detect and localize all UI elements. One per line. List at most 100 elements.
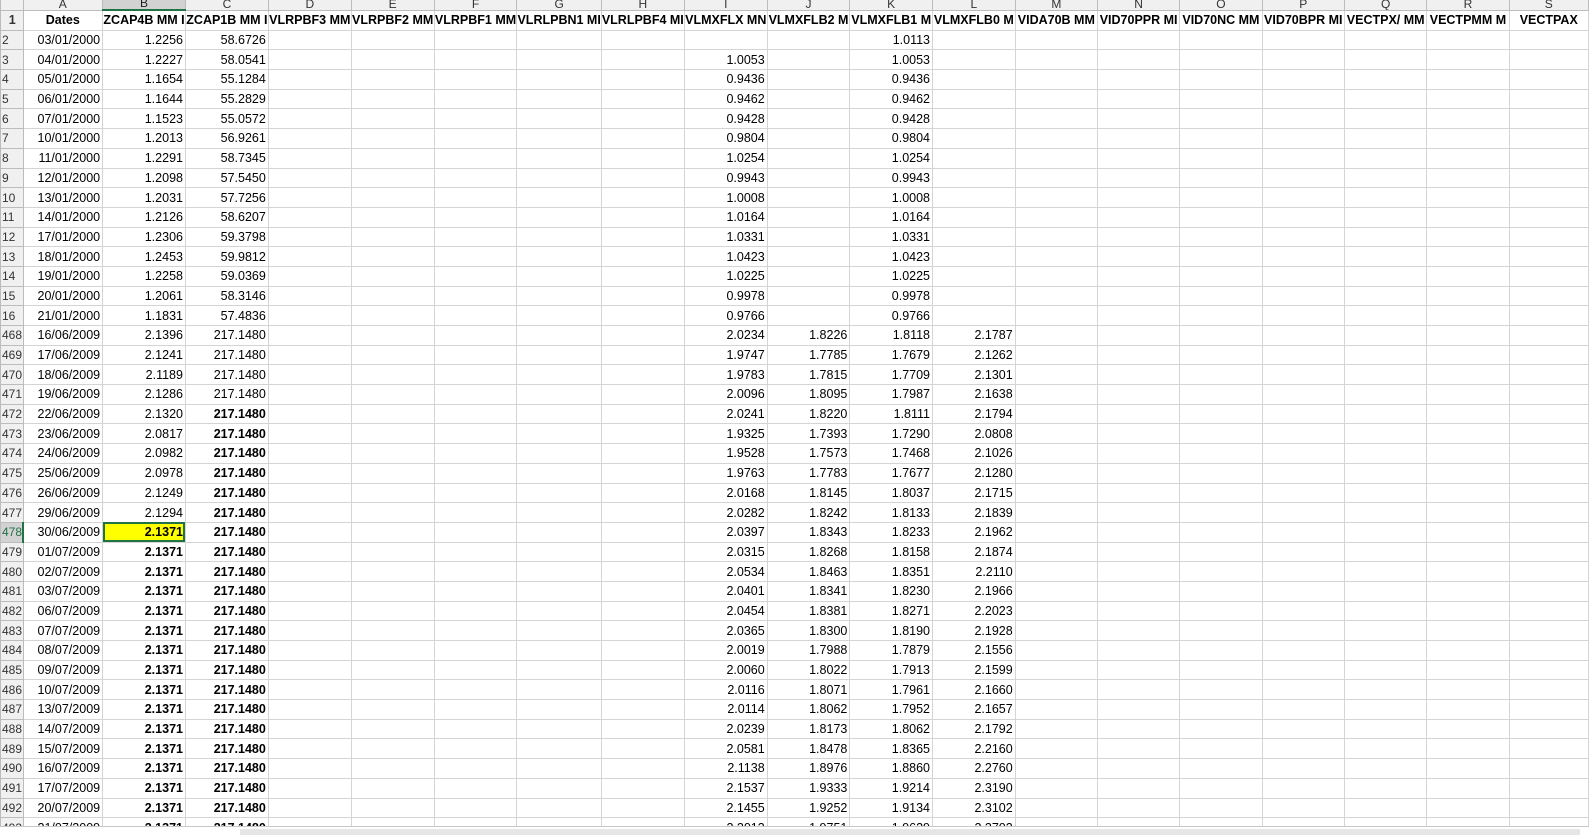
empty-cell[interactable]: [1343, 187, 1428, 208]
empty-cell[interactable]: [600, 167, 685, 189]
empty-cell[interactable]: [267, 384, 352, 405]
empty-cell[interactable]: [1343, 226, 1428, 248]
value-cell-vlmxflb1[interactable]: 1.7987: [849, 384, 934, 405]
empty-cell[interactable]: [1426, 167, 1510, 189]
empty-cell[interactable]: [1343, 462, 1428, 484]
empty-cell[interactable]: [1343, 718, 1428, 740]
empty-cell[interactable]: [267, 246, 352, 267]
value-cell-vlmxflb1[interactable]: 0.9428: [849, 108, 934, 130]
value-cell-zcap4b[interactable]: 1.1654: [102, 69, 186, 90]
empty-cell[interactable]: [267, 49, 352, 71]
empty-cell[interactable]: [1014, 403, 1098, 425]
value-cell-zcap1b[interactable]: 58.3146: [184, 285, 269, 307]
value-cell-vlmxflb0[interactable]: [932, 285, 1016, 307]
empty-cell[interactable]: [1426, 206, 1510, 228]
empty-cell[interactable]: [1096, 718, 1181, 740]
empty-cell[interactable]: [1179, 226, 1263, 248]
empty-cell[interactable]: [267, 167, 352, 189]
empty-cell[interactable]: [1179, 443, 1263, 464]
value-cell-vlmxflx[interactable]: 2.0534: [683, 561, 768, 582]
empty-cell[interactable]: [1179, 325, 1263, 346]
empty-cell[interactable]: [1096, 679, 1181, 701]
value-cell-zcap4b[interactable]: 2.1371: [102, 600, 186, 622]
empty-cell[interactable]: [1014, 344, 1098, 366]
value-cell-vlmxflx[interactable]: 2.0241: [683, 403, 768, 425]
value-cell-zcap4b[interactable]: 1.1644: [102, 88, 186, 110]
value-cell-zcap1b[interactable]: 217.1480: [184, 384, 269, 405]
row-number[interactable]: 479: [0, 541, 24, 563]
empty-cell[interactable]: [1014, 541, 1098, 563]
row-number[interactable]: 12: [0, 226, 24, 248]
value-cell-vlmxflb0[interactable]: 2.1792: [932, 718, 1016, 740]
date-cell[interactable]: 18/01/2000: [22, 246, 104, 267]
date-cell[interactable]: 12/01/2000: [22, 167, 104, 189]
empty-cell[interactable]: [433, 600, 518, 622]
empty-cell[interactable]: [267, 659, 352, 681]
empty-cell[interactable]: [1261, 88, 1346, 110]
value-cell-vlmxflx[interactable]: 2.1455: [683, 797, 768, 819]
date-cell[interactable]: 14/01/2000: [22, 206, 104, 228]
empty-cell[interactable]: [267, 679, 352, 701]
empty-cell[interactable]: [267, 738, 352, 760]
empty-cell[interactable]: [516, 738, 602, 760]
empty-cell[interactable]: [1508, 423, 1589, 445]
empty-cell[interactable]: [1096, 600, 1181, 622]
row-number[interactable]: 481: [0, 580, 24, 602]
empty-cell[interactable]: [1343, 384, 1428, 405]
value-cell-vlmxflx[interactable]: 0.9766: [683, 305, 768, 326]
value-cell-vlmxflb2[interactable]: 1.7988: [766, 640, 851, 661]
column-header-o[interactable]: O: [1179, 0, 1263, 11]
value-cell-zcap4b[interactable]: 2.1371: [102, 580, 186, 602]
value-cell-vlmxflb0[interactable]: 2.1599: [932, 659, 1016, 681]
date-cell[interactable]: 15/07/2009: [22, 738, 104, 760]
empty-cell[interactable]: [350, 29, 435, 51]
empty-cell[interactable]: [600, 541, 685, 563]
value-cell-vlmxflx[interactable]: 2.0365: [683, 620, 768, 641]
empty-cell[interactable]: [1426, 108, 1510, 130]
empty-cell[interactable]: [1261, 620, 1346, 641]
empty-cell[interactable]: [433, 699, 518, 720]
empty-cell[interactable]: [1343, 344, 1428, 366]
value-cell-vlmxflx[interactable]: 1.9747: [683, 344, 768, 366]
empty-cell[interactable]: [1179, 620, 1263, 641]
value-cell-vlmxflb2[interactable]: [766, 108, 851, 130]
value-cell-zcap4b[interactable]: 1.2098: [102, 167, 186, 189]
empty-cell[interactable]: [1096, 738, 1181, 760]
empty-cell[interactable]: [1179, 49, 1263, 71]
row-number[interactable]: 14: [0, 265, 24, 287]
empty-cell[interactable]: [600, 187, 685, 208]
value-cell-vlmxflx[interactable]: 2.0168: [683, 482, 768, 504]
row-number[interactable]: 472: [0, 403, 24, 425]
value-cell-zcap4b[interactable]: 2.1371: [102, 640, 186, 661]
value-cell-vlmxflb1[interactable]: 1.9214: [849, 777, 934, 799]
empty-cell[interactable]: [433, 344, 518, 366]
empty-cell[interactable]: [1179, 285, 1263, 307]
empty-cell[interactable]: [600, 128, 685, 149]
empty-cell[interactable]: [1508, 699, 1589, 720]
value-cell-vlmxflb2[interactable]: [766, 305, 851, 326]
value-cell-vlmxflb1[interactable]: 1.7677: [849, 462, 934, 484]
value-cell-vlmxflb0[interactable]: [932, 128, 1016, 149]
value-cell-vlmxflx[interactable]: 2.0401: [683, 580, 768, 602]
empty-cell[interactable]: [1179, 521, 1263, 543]
value-cell-vlmxflb1[interactable]: 1.8271: [849, 600, 934, 622]
empty-cell[interactable]: [600, 482, 685, 504]
value-cell-vlmxflb2[interactable]: [766, 206, 851, 228]
value-cell-zcap1b[interactable]: 217.1480: [184, 620, 269, 641]
empty-cell[interactable]: [267, 344, 352, 366]
empty-cell[interactable]: [267, 403, 352, 425]
empty-cell[interactable]: [1343, 541, 1428, 563]
row-number[interactable]: 2: [0, 29, 24, 51]
empty-cell[interactable]: [1179, 305, 1263, 326]
value-cell-vlmxflx[interactable]: 1.0423: [683, 246, 768, 267]
empty-cell[interactable]: [1014, 640, 1098, 661]
date-cell[interactable]: 16/06/2009: [22, 325, 104, 346]
value-cell-zcap1b[interactable]: 217.1480: [184, 325, 269, 346]
empty-cell[interactable]: [516, 403, 602, 425]
empty-cell[interactable]: [516, 305, 602, 326]
empty-cell[interactable]: [433, 482, 518, 504]
value-cell-vlmxflb1[interactable]: 1.8118: [849, 325, 934, 346]
value-cell-vlmxflx[interactable]: 1.9783: [683, 364, 768, 386]
empty-cell[interactable]: [516, 88, 602, 110]
date-cell[interactable]: 23/06/2009: [22, 423, 104, 445]
